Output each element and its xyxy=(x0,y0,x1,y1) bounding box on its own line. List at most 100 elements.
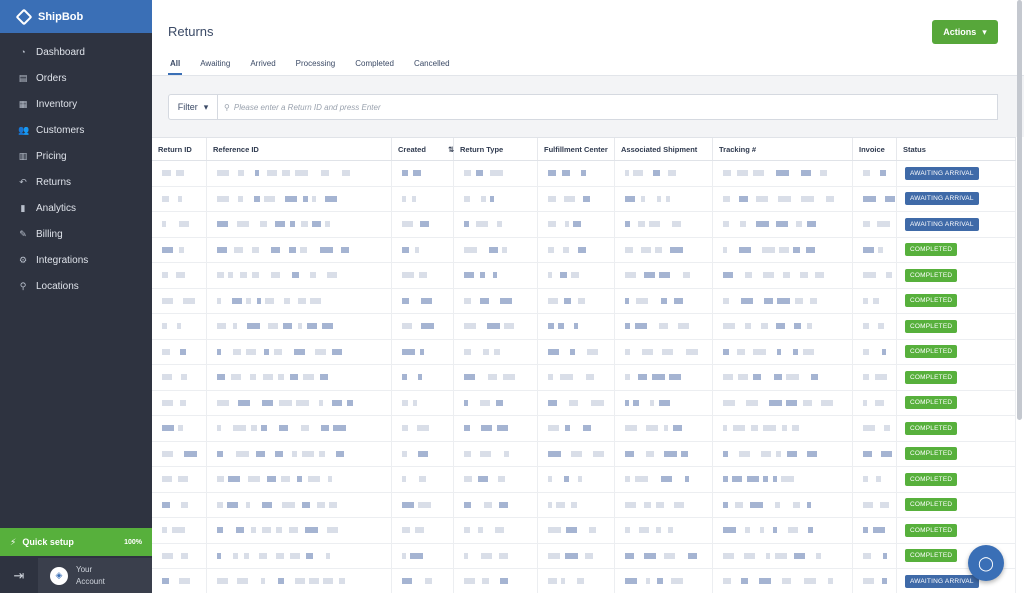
sidebar-item-dashboard[interactable]: ◔ Dashboard xyxy=(0,39,152,65)
table-row[interactable]: AWAITING ARRIVAL xyxy=(152,186,1016,212)
tab-cancelled[interactable]: Cancelled xyxy=(412,56,452,75)
sidebar-nav: ◔ Dashboard ▤ Orders ▦ Inventory 👥 Customers ▥ Pr… xyxy=(0,33,152,299)
tab-processing[interactable]: Processing xyxy=(294,56,338,75)
brand-logo[interactable]: ShipBob xyxy=(0,0,152,33)
tab-all[interactable]: All xyxy=(168,56,183,75)
column-header-label: Associated Shipment xyxy=(621,144,698,154)
redacted-block xyxy=(420,348,424,355)
actions-button[interactable]: Actions ▾ xyxy=(932,20,998,44)
redacted-block xyxy=(625,348,630,355)
redacted-block xyxy=(804,578,816,584)
redacted-block xyxy=(723,221,729,227)
redacted-block xyxy=(464,527,470,533)
sidebar-item-analytics[interactable]: ▮ Analytics xyxy=(0,195,152,221)
return-search-input[interactable]: ⚲ Please enter a Return ID and press Ent… xyxy=(218,94,998,120)
table-row[interactable]: COMPLETED xyxy=(152,467,1016,493)
your-account-button[interactable]: ◈ Your Account xyxy=(38,558,152,593)
sidebar-item-customers[interactable]: 👥 Customers xyxy=(0,117,152,143)
sidebar-item-pricing[interactable]: ▥ Pricing xyxy=(0,143,152,169)
sidebar-item-returns[interactable]: ↶ Returns xyxy=(0,169,152,195)
column-header-return-id[interactable]: Return ID xyxy=(152,138,207,160)
redacted-cell xyxy=(538,365,615,390)
redacted-block xyxy=(305,527,318,533)
redacted-cell xyxy=(152,390,207,415)
redacted-block xyxy=(876,476,881,482)
redacted-block xyxy=(217,501,223,508)
sidebar-item-orders[interactable]: ▤ Orders xyxy=(0,65,152,91)
sidebar-item-integrations[interactable]: ⚙ Integrations xyxy=(0,247,152,273)
sidebar-item-locations[interactable]: ⚲ Locations xyxy=(0,273,152,299)
redacted-block xyxy=(418,450,428,457)
sign-out-icon[interactable]: ⇥ xyxy=(0,558,38,593)
status-badge: COMPLETED xyxy=(905,243,958,257)
redacted-block xyxy=(723,170,731,176)
column-header-created[interactable]: Created ⇅ xyxy=(392,138,454,160)
tab-awaiting[interactable]: Awaiting xyxy=(198,56,232,75)
redacted-block xyxy=(279,399,292,406)
sidebar-item-inventory[interactable]: ▦ Inventory xyxy=(0,91,152,117)
redacted-block xyxy=(723,374,733,380)
redacted-block xyxy=(179,578,190,584)
table-row[interactable]: COMPLETED xyxy=(152,288,1016,314)
filter-dropdown[interactable]: Filter ▾ xyxy=(168,94,218,120)
column-header-reference-id[interactable]: Reference ID xyxy=(207,138,392,160)
redacted-block xyxy=(238,170,244,176)
table-row[interactable]: COMPLETED xyxy=(152,416,1016,442)
redacted-block xyxy=(332,348,342,355)
redacted-block xyxy=(402,297,409,304)
redacted-block xyxy=(327,272,337,278)
status-badge: AWAITING ARRIVAL xyxy=(905,574,979,588)
column-header-status[interactable]: Status xyxy=(897,138,1016,160)
redacted-block xyxy=(560,374,573,380)
redacted-block xyxy=(685,476,689,482)
table-row[interactable]: AWAITING ARRIVAL xyxy=(152,569,1016,593)
tab-completed[interactable]: Completed xyxy=(353,56,396,75)
sidebar-item-billing[interactable]: ✎ Billing xyxy=(0,221,152,247)
table-row[interactable]: AWAITING ARRIVAL xyxy=(152,161,1016,187)
redacted-cell xyxy=(853,365,897,390)
table-row[interactable]: COMPLETED xyxy=(152,390,1016,416)
table-row[interactable]: COMPLETED xyxy=(152,314,1016,340)
redacted-block xyxy=(548,221,556,227)
redacted-cell xyxy=(454,314,538,339)
redacted-block xyxy=(763,272,774,278)
table-row[interactable]: AWAITING ARRIVAL xyxy=(152,212,1016,238)
table-row[interactable]: COMPLETED xyxy=(152,237,1016,263)
redacted-block xyxy=(402,578,412,584)
redacted-block xyxy=(307,323,317,329)
table-row[interactable]: COMPLETED xyxy=(152,339,1016,365)
redacted-cell xyxy=(207,237,392,262)
redacted-cell xyxy=(207,492,392,517)
integrations-icon: ⚙ xyxy=(18,254,28,265)
redacted-block xyxy=(756,195,768,202)
redacted-cell xyxy=(615,569,713,593)
column-header-associated-shipment[interactable]: Associated Shipment xyxy=(615,138,713,160)
quick-setup-bar[interactable]: ⚡ Quick setup 100% xyxy=(0,528,152,556)
table-row[interactable]: COMPLETED xyxy=(152,492,1016,518)
redacted-block xyxy=(740,221,746,227)
table-row[interactable]: COMPLETED xyxy=(152,365,1016,391)
redacted-block xyxy=(180,399,186,406)
redacted-block xyxy=(176,272,185,278)
redacted-block xyxy=(777,297,790,304)
scrollbar[interactable] xyxy=(1017,0,1022,420)
redacted-block xyxy=(301,221,308,227)
table-row[interactable]: COMPLETED xyxy=(152,441,1016,467)
column-header-return-type[interactable]: Return Type xyxy=(454,138,538,160)
redacted-block xyxy=(172,527,185,533)
chat-launcher-icon[interactable]: ◯ xyxy=(968,545,1004,581)
table-row[interactable]: COMPLETED xyxy=(152,543,1016,569)
redacted-block xyxy=(863,297,868,304)
redacted-block xyxy=(571,501,577,508)
column-header-invoice[interactable]: Invoice xyxy=(853,138,897,160)
table-row[interactable]: COMPLETED xyxy=(152,518,1016,544)
redacted-block xyxy=(319,450,325,457)
redacted-block xyxy=(233,323,237,329)
redacted-cell xyxy=(454,492,538,517)
tab-arrived[interactable]: Arrived xyxy=(248,56,277,75)
redacted-cell xyxy=(152,416,207,441)
column-header-fulfillment-center[interactable]: Fulfillment Center xyxy=(538,138,615,160)
table-row[interactable]: COMPLETED xyxy=(152,263,1016,289)
redacted-block xyxy=(562,170,570,176)
column-header-tracking[interactable]: Tracking # xyxy=(713,138,853,160)
